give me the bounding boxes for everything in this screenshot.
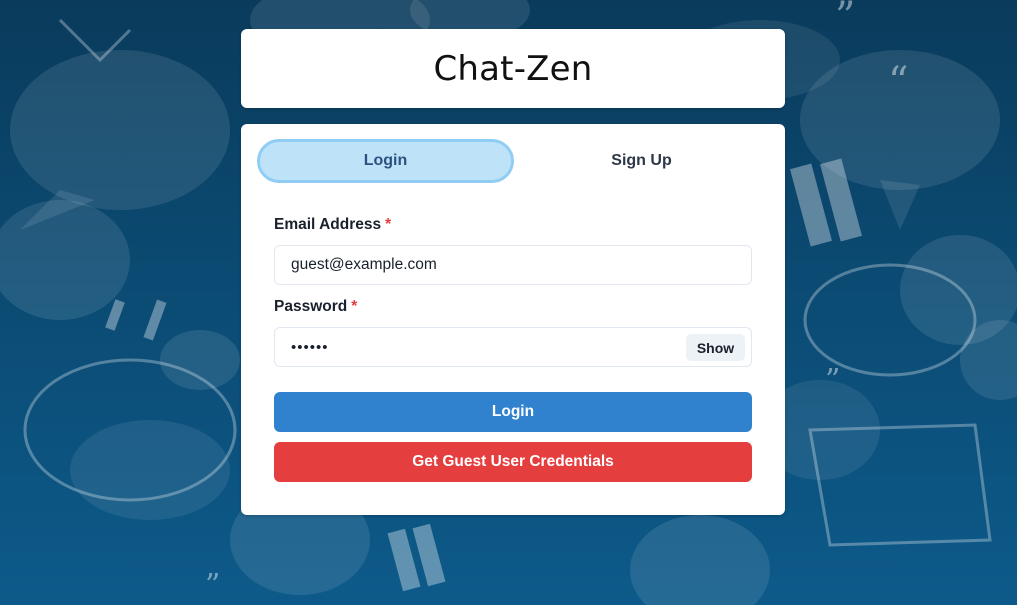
email-field[interactable]: guest@example.com bbox=[274, 245, 752, 285]
login-button[interactable]: Login bbox=[274, 392, 752, 432]
password-label: Password * bbox=[274, 298, 357, 316]
svg-text:”: ” bbox=[825, 363, 840, 398]
app-title-card: Chat-Zen bbox=[241, 29, 785, 108]
tab-login[interactable]: Login bbox=[257, 139, 515, 183]
auth-form-card: Login Sign Up Email Address * guest@examp… bbox=[241, 124, 785, 515]
guest-credentials-button[interactable]: Get Guest User Credentials bbox=[274, 442, 752, 482]
email-value: guest@example.com bbox=[291, 256, 437, 273]
auth-tabs: Login Sign Up bbox=[257, 139, 769, 183]
svg-text:“: “ bbox=[888, 59, 908, 105]
password-field[interactable]: •••••• Show bbox=[274, 327, 752, 367]
password-label-text: Password bbox=[274, 298, 348, 315]
app-title: Chat-Zen bbox=[433, 48, 593, 89]
svg-text:”: ” bbox=[835, 0, 855, 40]
show-password-button[interactable]: Show bbox=[686, 334, 745, 361]
required-mark: * bbox=[385, 216, 392, 233]
password-masked-value: •••••• bbox=[291, 338, 329, 356]
required-mark: * bbox=[351, 298, 358, 315]
email-label-text: Email Address bbox=[274, 216, 382, 233]
tab-sign-up[interactable]: Sign Up bbox=[514, 139, 769, 183]
svg-text:”: ” bbox=[205, 568, 220, 603]
email-label: Email Address * bbox=[274, 216, 391, 234]
